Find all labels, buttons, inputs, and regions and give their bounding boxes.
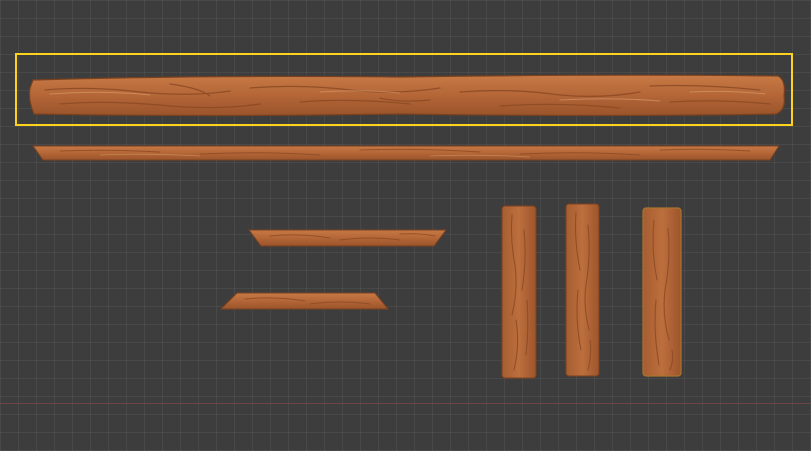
plank-medium-upper[interactable] xyxy=(248,229,447,247)
plank-vertical-1[interactable] xyxy=(501,205,537,379)
plank-medium-lower[interactable] xyxy=(219,292,390,310)
scene-objects[interactable] xyxy=(0,0,811,451)
plank-long-thin[interactable] xyxy=(32,145,780,161)
plank-vertical-3[interactable] xyxy=(642,207,682,377)
3d-viewport[interactable] xyxy=(0,0,811,451)
plank-vertical-2[interactable] xyxy=(565,203,600,377)
plank-long-thick[interactable] xyxy=(28,74,785,117)
